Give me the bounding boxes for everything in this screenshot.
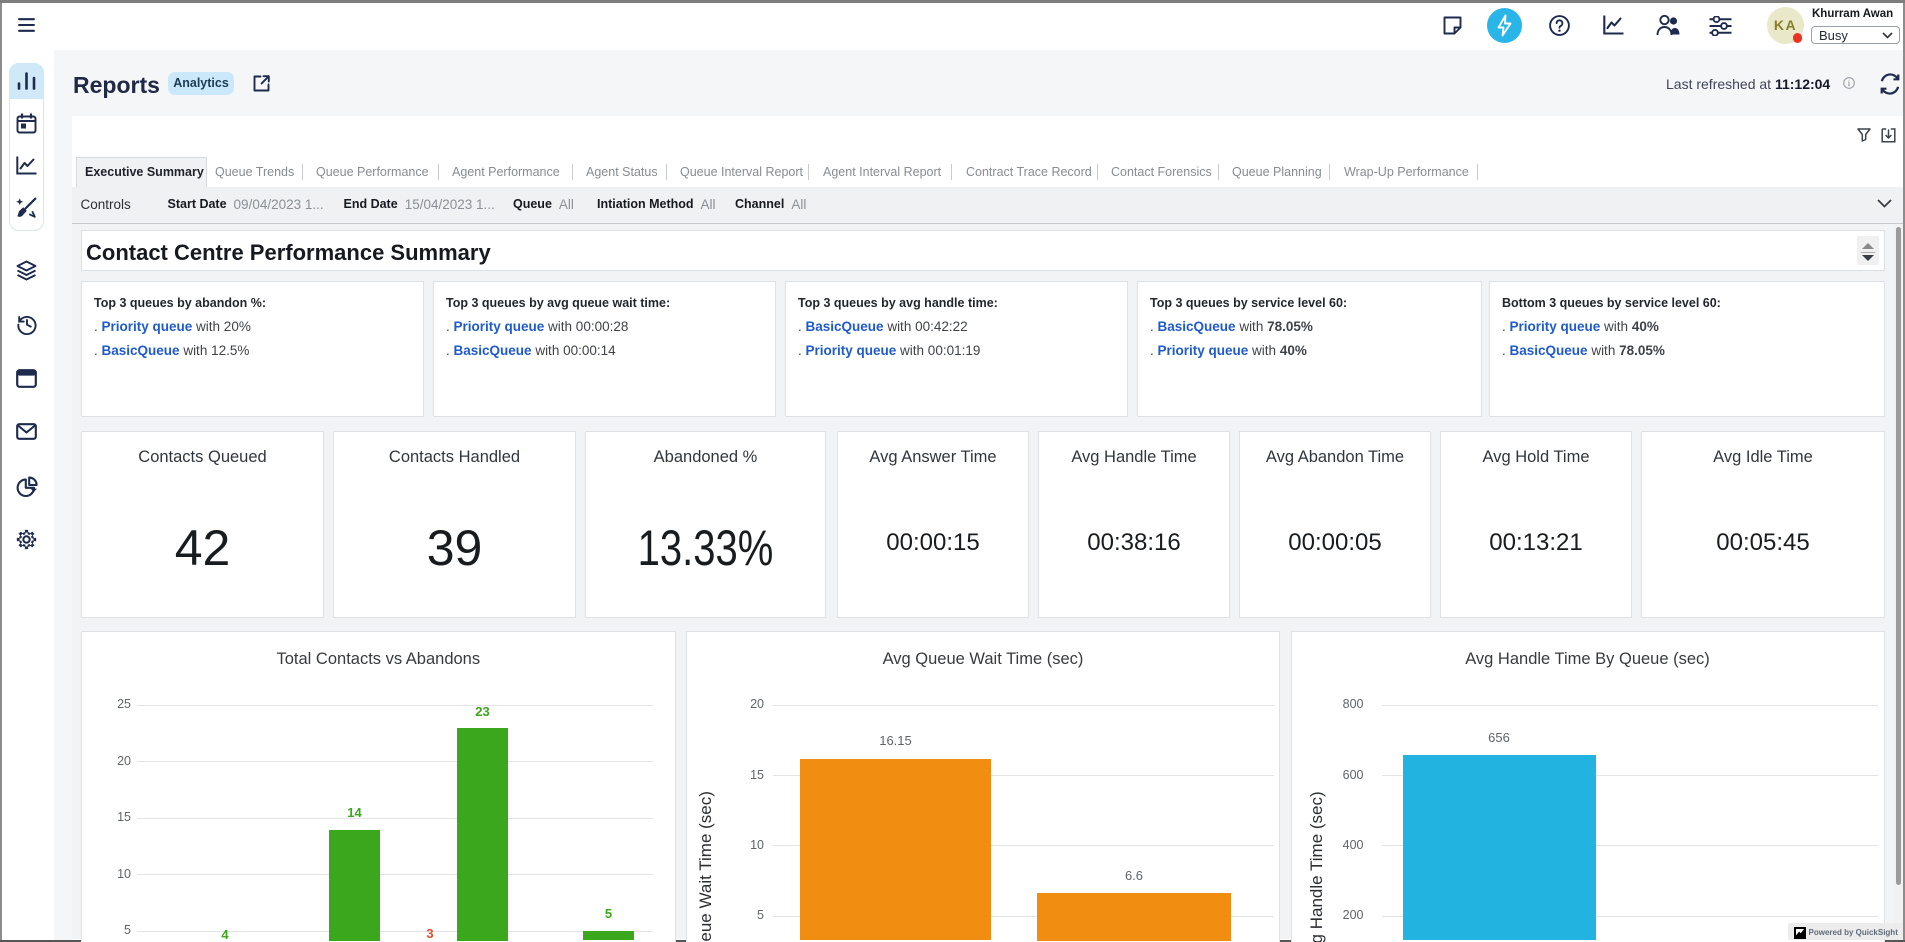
svg-text:i: i: [1848, 79, 1851, 88]
